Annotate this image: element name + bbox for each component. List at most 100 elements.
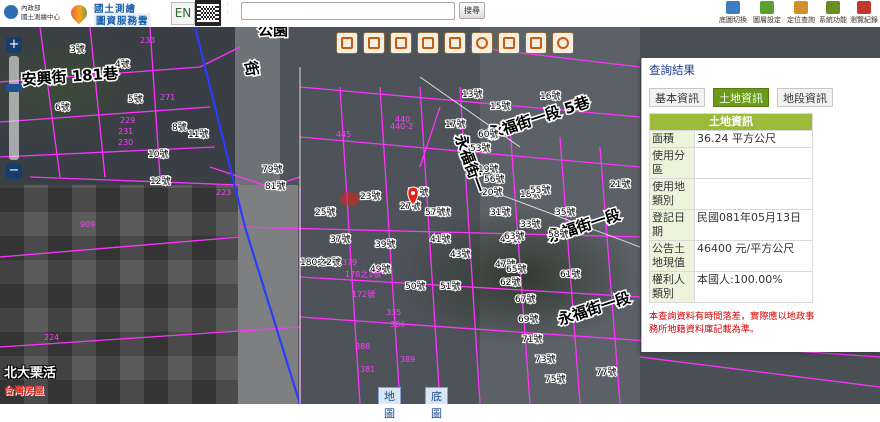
tool-basemap-switch[interactable]: 底圖切換	[716, 1, 750, 26]
lot-number: 75號	[545, 373, 565, 385]
street-label-jie: 街	[241, 59, 262, 78]
street-label-181: 安興街 181巷	[21, 64, 120, 89]
map-pin-logo-icon	[67, 1, 91, 25]
row-key: 面積	[649, 130, 695, 148]
zoom-slider-thumb[interactable]	[6, 84, 22, 92]
route-a-icon[interactable]	[390, 32, 412, 54]
lot-number: 379	[342, 258, 357, 267]
tool-locate-query[interactable]: 定位查詢	[784, 1, 818, 26]
watermark-line1: 北大栗活	[4, 366, 57, 381]
row-key: 權利人類別	[649, 271, 695, 303]
search-button[interactable]: 搜尋	[459, 2, 485, 19]
measure-area-icon[interactable]	[525, 32, 547, 54]
lot-number: 56號	[484, 173, 504, 185]
lot-number: 17號	[445, 118, 465, 130]
lot-number: 81號	[265, 180, 285, 192]
lot-number: 11號	[188, 128, 208, 140]
lot-number: 60號	[478, 128, 498, 140]
row-value: 36.24 平方公尺	[694, 130, 813, 148]
lot-number: 77號	[596, 366, 616, 378]
lot-number: 43號	[450, 248, 470, 260]
lot-number: 50號	[405, 280, 425, 292]
qr-code-icon[interactable]	[195, 0, 221, 26]
panel-title: 查詢結果	[649, 63, 695, 77]
zoom-in-button[interactable]: +	[6, 37, 22, 53]
brand-mark-icon	[340, 192, 360, 206]
lot-number: 71號	[522, 333, 542, 345]
table-row: 使用分區	[649, 147, 813, 179]
tool-label: 系統功能	[819, 16, 847, 24]
language-en-button[interactable]: EN	[171, 2, 195, 25]
lot-number: 445	[336, 130, 351, 139]
lot-number: 335	[386, 308, 401, 317]
lot-number: 19號	[478, 163, 498, 175]
table-header: 土地資訊	[649, 113, 813, 131]
lot-number: 180之2號	[300, 256, 341, 268]
browse-history-icon	[857, 1, 871, 14]
lot-number: 388	[355, 342, 370, 351]
lot-number: 57號	[425, 206, 445, 218]
lot-number: 5號	[128, 93, 143, 105]
measure-line-icon[interactable]	[498, 32, 520, 54]
row-key: 公告土地現值	[649, 240, 695, 272]
land-info-table: 土地資訊 面積 36.24 平方公尺 使用分區 使用地類別 登記日期 民國081年0…	[649, 113, 813, 303]
service-logo[interactable]: 國土測繪 圖資服務雲	[67, 1, 165, 27]
lot-number: 6號	[55, 101, 70, 113]
lot-number: 20號	[482, 186, 502, 198]
3d-building-icon[interactable]	[363, 32, 385, 54]
lot-number: 440-2	[390, 122, 413, 131]
row-key: 使用分區	[649, 147, 695, 179]
pin-tool-icon[interactable]	[552, 32, 574, 54]
lot-number: 386	[390, 320, 405, 329]
lot-number: 4號	[115, 58, 130, 70]
lot-number: 231	[118, 127, 133, 136]
zoom-slider-track[interactable]	[6, 56, 22, 160]
lot-number: 37號	[330, 233, 350, 245]
tool-label: 定位查詢	[787, 16, 815, 24]
lot-number: 67號	[515, 293, 535, 305]
lot-number: 909	[80, 220, 95, 229]
tool-layer-settings[interactable]: 圖層設定	[750, 1, 784, 26]
tab-basic-info[interactable]: 基本資訊	[649, 88, 705, 107]
tab-land-info[interactable]: 土地資訊	[713, 88, 769, 107]
park-label: 公園	[258, 27, 288, 39]
route-b-icon[interactable]	[417, 32, 439, 54]
agency-name-line1: 內政部	[21, 4, 41, 12]
tool-label: 瀏覽紀錄	[850, 16, 878, 24]
street-label-yongfu-5: 永福街一段 5巷	[485, 93, 593, 143]
lot-number: 62號	[500, 276, 520, 288]
lot-number: 10號	[148, 148, 168, 160]
hand-pan-icon[interactable]	[444, 32, 466, 54]
tool-label: 圖層設定	[753, 16, 781, 24]
lot-number: 21號	[610, 178, 630, 190]
row-value: 民國081年05月13日	[694, 209, 813, 241]
service-name-line2: 圖資服務雲	[94, 13, 151, 27]
search-input[interactable]	[241, 2, 455, 20]
row-value	[694, 147, 813, 179]
lot-number: 53號	[470, 142, 490, 154]
layer-settings-icon	[760, 1, 774, 14]
tool-system-function[interactable]: 系統功能	[816, 1, 850, 26]
tool-browse-history[interactable]: 瀏覽紀錄	[848, 1, 880, 26]
basemap-base-label[interactable]: 底圖	[425, 387, 448, 420]
zoom-out-button[interactable]: −	[6, 163, 22, 179]
disclaimer-note: 本查詢資料有時間落差，實際應以地政事務所地籍資料庫記載為準。	[649, 311, 815, 335]
agency-logo[interactable]: 內政部 國土測繪中心	[4, 2, 64, 24]
table-row: 權利人類別 本國人:100.00%	[649, 271, 813, 303]
lot-number: 23號	[360, 190, 380, 202]
locate-query-icon	[794, 1, 808, 14]
agency-seal-icon	[4, 5, 18, 19]
watermark: 北大栗活 台灣房屋	[2, 362, 94, 402]
measure-point-icon[interactable]	[471, 32, 493, 54]
table-row: 使用地類別	[649, 178, 813, 210]
agency-name-line2: 國土測繪中心	[21, 13, 60, 21]
tab-section-info[interactable]: 地段資訊	[777, 88, 833, 107]
lot-number: 229	[120, 116, 135, 125]
select-arrow-icon[interactable]	[336, 32, 358, 54]
lot-number: 223	[216, 188, 231, 197]
lot-number: 31號	[490, 206, 510, 218]
zoom-control[interactable]: + −	[6, 37, 22, 179]
table-row: 公告土地現值 46400 元/平方公尺	[649, 240, 813, 272]
lot-number: 233	[140, 36, 155, 45]
basemap-map-label[interactable]: 地圖	[378, 387, 401, 420]
